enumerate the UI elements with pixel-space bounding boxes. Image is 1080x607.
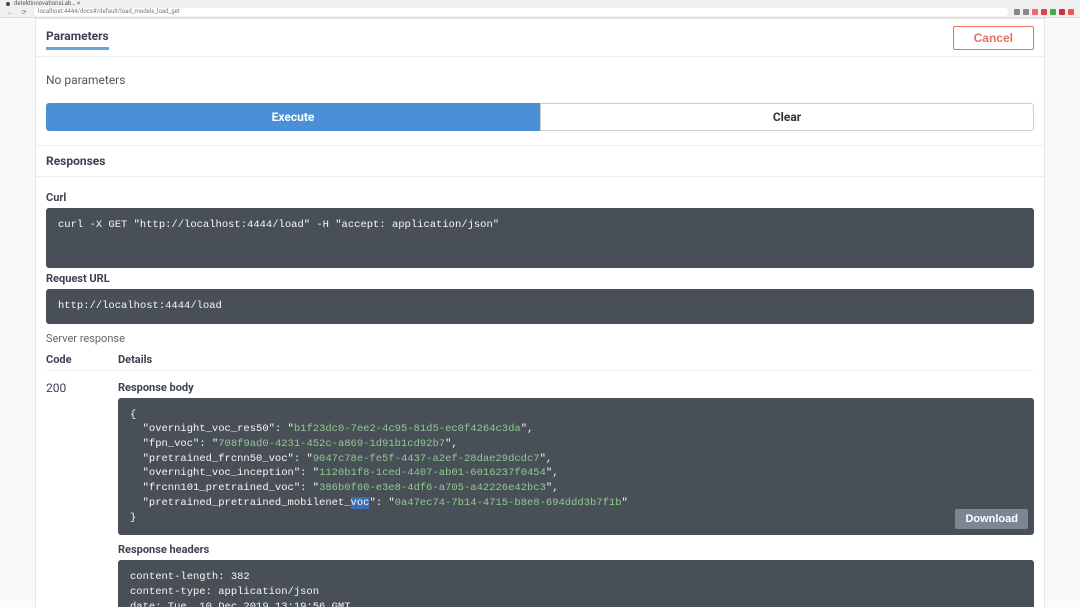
server-response-label: Server response (46, 332, 1034, 345)
reload-button[interactable]: ⟳ (20, 9, 28, 16)
tab-favicon (6, 2, 10, 6)
ext-icon[interactable] (1068, 9, 1074, 15)
ext-icon[interactable] (1023, 9, 1029, 15)
request-url-label: Request URL (46, 272, 1034, 285)
browser-chrome: detektinnovationsLab… × ← ⟳ localhost:44… (0, 0, 1080, 18)
curl-label: Curl (46, 191, 1034, 204)
extension-icons (1014, 9, 1074, 15)
responses-header: Responses (36, 145, 1044, 177)
browser-tab-row: detektinnovationsLab… × (0, 0, 1080, 8)
action-buttons: Execute Clear (46, 103, 1034, 145)
swagger-panel: Parameters Cancel No parameters Execute … (35, 18, 1045, 607)
browser-tab-title[interactable]: detektinnovationsLab… × (14, 0, 80, 7)
responses-body: Curl curl -X GET "http://localhost:4444/… (36, 177, 1044, 607)
response-table-header: Code Details (46, 349, 1034, 371)
cancel-button[interactable]: Cancel (953, 26, 1034, 50)
execute-button[interactable]: Execute (46, 103, 540, 131)
response-headers[interactable]: content-length: 382 content-type: applic… (118, 560, 1034, 607)
browser-address-row: ← ⟳ localhost:4444/docs#/default/load_mo… (0, 8, 1080, 17)
ext-icon[interactable] (1041, 9, 1047, 15)
curl-command[interactable]: curl -X GET "http://localhost:4444/load"… (46, 208, 1034, 268)
tab-row: Parameters (46, 25, 129, 50)
ext-icon[interactable] (1014, 9, 1020, 15)
response-body-label: Response body (118, 381, 1034, 394)
status-code: 200 (46, 381, 94, 607)
ext-icon[interactable] (1059, 9, 1065, 15)
address-bar[interactable]: localhost:4444/docs#/default/load_models… (34, 8, 1008, 16)
panel-header: Parameters Cancel (36, 19, 1044, 57)
code-column-header: Code (46, 353, 94, 366)
response-headers-label: Response headers (118, 543, 1034, 556)
clear-button[interactable]: Clear (540, 103, 1034, 131)
details-column-header: Details (118, 353, 152, 366)
response-details: Response body { "overnight_voc_res50": "… (118, 381, 1034, 607)
response-body[interactable]: { "overnight_voc_res50": "b1f23dc0-7ee2-… (118, 398, 1034, 536)
request-url[interactable]: http://localhost:4444/load (46, 289, 1034, 324)
ext-icon[interactable] (1032, 9, 1038, 15)
response-row: 200 Response body { "overnight_voc_res50… (46, 371, 1034, 607)
no-parameters-text: No parameters (46, 67, 1034, 103)
tab-parameters[interactable]: Parameters (46, 25, 109, 50)
ext-icon[interactable] (1050, 9, 1056, 15)
back-button[interactable]: ← (6, 9, 14, 16)
parameters-body: No parameters Execute Clear (36, 57, 1044, 145)
download-button[interactable]: Download (955, 509, 1028, 529)
response-body-block: { "overnight_voc_res50": "b1f23dc0-7ee2-… (118, 398, 1034, 536)
page-content: Parameters Cancel No parameters Execute … (0, 18, 1080, 607)
